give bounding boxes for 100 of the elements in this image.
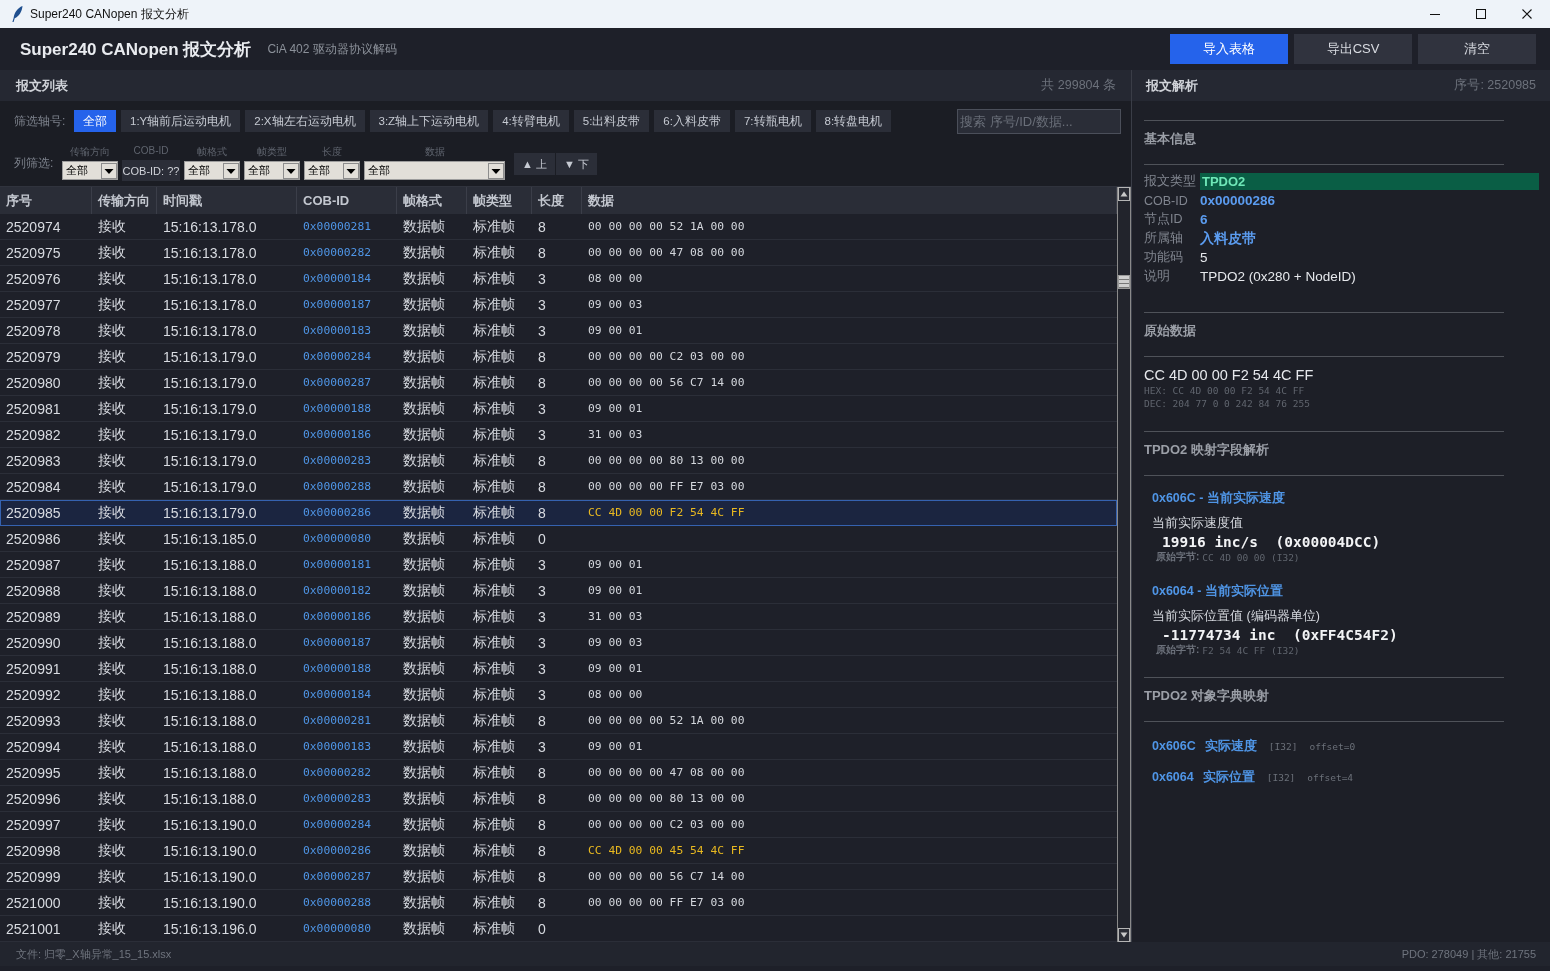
close-icon[interactable] — [1522, 9, 1532, 19]
length-text: 8 — [538, 816, 546, 833]
axis-filter-button[interactable]: 5:出料皮带 — [573, 110, 650, 132]
cob-id-text: 0x00000188 — [303, 402, 371, 415]
axis-filter-button[interactable]: 1:Y轴前后运动电机 — [121, 110, 241, 132]
frame-format-text: 数据帧 — [403, 763, 445, 782]
data-bytes: 00 00 00 00 47 08 00 00 — [588, 246, 745, 259]
table-row[interactable]: 2520985 接收 15:16:13.179.0 0x00000286 数据帧 标准帧 8 CC 4D 00 00 F2 54 4C FF — [0, 500, 1117, 526]
data-type: [I32] — [1266, 771, 1296, 783]
maximize-icon[interactable] — [1476, 9, 1486, 19]
dropdown[interactable]: 全部 — [304, 161, 360, 180]
data-bytes: 31 00 03 — [588, 428, 643, 441]
scroll-down-icon[interactable] — [1118, 928, 1130, 942]
timestamp-text: 15:16:13.178.0 — [163, 270, 257, 287]
data-bytes: 00 00 00 00 56 C7 14 00 — [588, 376, 745, 389]
data-bytes: 09 00 01 — [588, 740, 643, 753]
timestamp-text: 15:16:13.188.0 — [163, 660, 257, 677]
import-button[interactable]: 导入表格 — [1170, 34, 1288, 64]
sequence-number: 2520979 — [6, 348, 61, 365]
cob-id-text: 0x00000288 — [303, 480, 371, 493]
axis-filter-button[interactable]: 全部 — [74, 110, 116, 132]
axis-filter-button[interactable]: 3:Z轴上下运动电机 — [369, 110, 489, 132]
frame-type-text: 标准帧 — [473, 607, 515, 626]
caret-icon — [283, 162, 299, 179]
frame-type-text: 标准帧 — [473, 815, 515, 834]
filter-caption: COB-ID — [133, 145, 169, 156]
column-header[interactable]: 数据 — [582, 187, 1117, 214]
length-text: 8 — [538, 478, 546, 495]
nav-button[interactable]: ▼ 下 — [555, 153, 597, 175]
axis-filter-button[interactable]: 2:X轴左右运动电机 — [245, 110, 365, 132]
sequence-number: 2520975 — [6, 244, 61, 261]
cob-id-text: 0x00000080 — [303, 922, 371, 935]
length-text: 3 — [538, 686, 546, 703]
direction-text: 接收 — [98, 373, 126, 392]
axis-filter-button[interactable]: 6:入料皮带 — [654, 110, 730, 132]
timestamp-text: 15:16:13.179.0 — [163, 478, 257, 495]
dropdown[interactable]: 全部 — [184, 161, 240, 180]
axis-filter-button[interactable]: 7:转瓶电机 — [734, 110, 811, 132]
column-header[interactable]: 长度 — [532, 187, 582, 214]
length-text: 3 — [538, 556, 546, 573]
scroll-up-icon[interactable] — [1118, 187, 1130, 201]
direction-text: 接收 — [98, 659, 126, 678]
sequence-number: 2520974 — [6, 218, 61, 235]
axis-filter-button[interactable]: 8:转盘电机 — [815, 110, 892, 132]
nav-button[interactable]: ▲ 上 — [514, 153, 555, 175]
timestamp-text: 15:16:13.188.0 — [163, 686, 257, 703]
column-header[interactable]: 帧格式 — [397, 187, 467, 214]
scrollbar-thumb[interactable] — [1118, 275, 1130, 289]
search-field[interactable]: 搜索 序号/ID/数据... — [957, 108, 1121, 134]
frame-format-text: 数据帧 — [403, 607, 445, 626]
column-header[interactable]: 传输方向 — [92, 187, 157, 214]
column-header[interactable]: 时间戳 — [157, 187, 297, 214]
frame-type-text: 标准帧 — [473, 321, 515, 340]
sequence-number: 2520983 — [6, 452, 61, 469]
section-title: TPDO2 对象字典映射 — [1144, 688, 1269, 704]
timestamp-text: 15:16:13.188.0 — [163, 556, 257, 573]
offset-text: offset=0 — [1309, 740, 1356, 752]
column-header[interactable]: COB-ID — [297, 187, 397, 214]
export-button[interactable]: 导出CSV — [1294, 34, 1412, 64]
frame-format-text: 数据帧 — [403, 815, 445, 834]
length-text: 3 — [538, 296, 546, 313]
length-text: 3 — [538, 608, 546, 625]
dropdown[interactable]: 全部 — [364, 161, 505, 180]
dropdown[interactable]: 全部 — [62, 161, 118, 180]
length-text: 8 — [538, 764, 546, 781]
direction-text: 接收 — [98, 737, 126, 756]
timestamp-text: 15:16:13.188.0 — [163, 582, 257, 599]
raw-bytes: CC 4D 00 00 (I32) — [1202, 551, 1300, 563]
column-header[interactable]: 帧类型 — [467, 187, 532, 214]
minimize-icon[interactable] — [1430, 13, 1440, 15]
dropdown[interactable]: 全部 — [244, 161, 300, 180]
frame-type-text: 标准帧 — [473, 893, 515, 912]
sequence-number: 2520982 — [6, 426, 61, 443]
timestamp-text: 15:16:13.190.0 — [163, 842, 257, 859]
field-label: COB-ID — [1144, 193, 1188, 208]
sequence-number: 2520993 — [6, 712, 61, 729]
frame-type-text: 标准帧 — [473, 477, 515, 496]
scrollbar[interactable] — [1117, 187, 1131, 942]
frame-format-text: 数据帧 — [403, 503, 445, 522]
field-value: 0x00000286 — [1200, 193, 1276, 208]
field-value: 6 — [1200, 212, 1208, 227]
data-bytes: 00 00 00 00 52 1A 00 00 — [588, 714, 745, 727]
direction-text: 接收 — [98, 321, 126, 340]
cob-id-text: 0x00000284 — [303, 818, 371, 831]
timestamp-text: 15:16:13.188.0 — [163, 634, 257, 651]
direction-text: 接收 — [98, 217, 126, 236]
direction-text: 接收 — [98, 867, 126, 886]
timestamp-text: 15:16:13.188.0 — [163, 790, 257, 807]
column-header[interactable]: 序号 — [0, 187, 92, 214]
frame-format-text: 数据帧 — [403, 477, 445, 496]
timestamp-text: 15:16:13.190.0 — [163, 816, 257, 833]
frame-type-text: 标准帧 — [473, 685, 515, 704]
axis-filter-button[interactable]: 4:转臂电机 — [493, 110, 569, 132]
cob-id-text: 0x00000184 — [303, 688, 371, 701]
length-text: 3 — [538, 634, 546, 651]
direction-text: 接收 — [98, 451, 126, 470]
length-text: 3 — [538, 400, 546, 417]
clear-button[interactable]: 清空 — [1418, 34, 1536, 64]
frame-type-text: 标准帧 — [473, 269, 515, 288]
cob-id-filter-button[interactable]: COB-ID: ?? — [122, 160, 180, 181]
